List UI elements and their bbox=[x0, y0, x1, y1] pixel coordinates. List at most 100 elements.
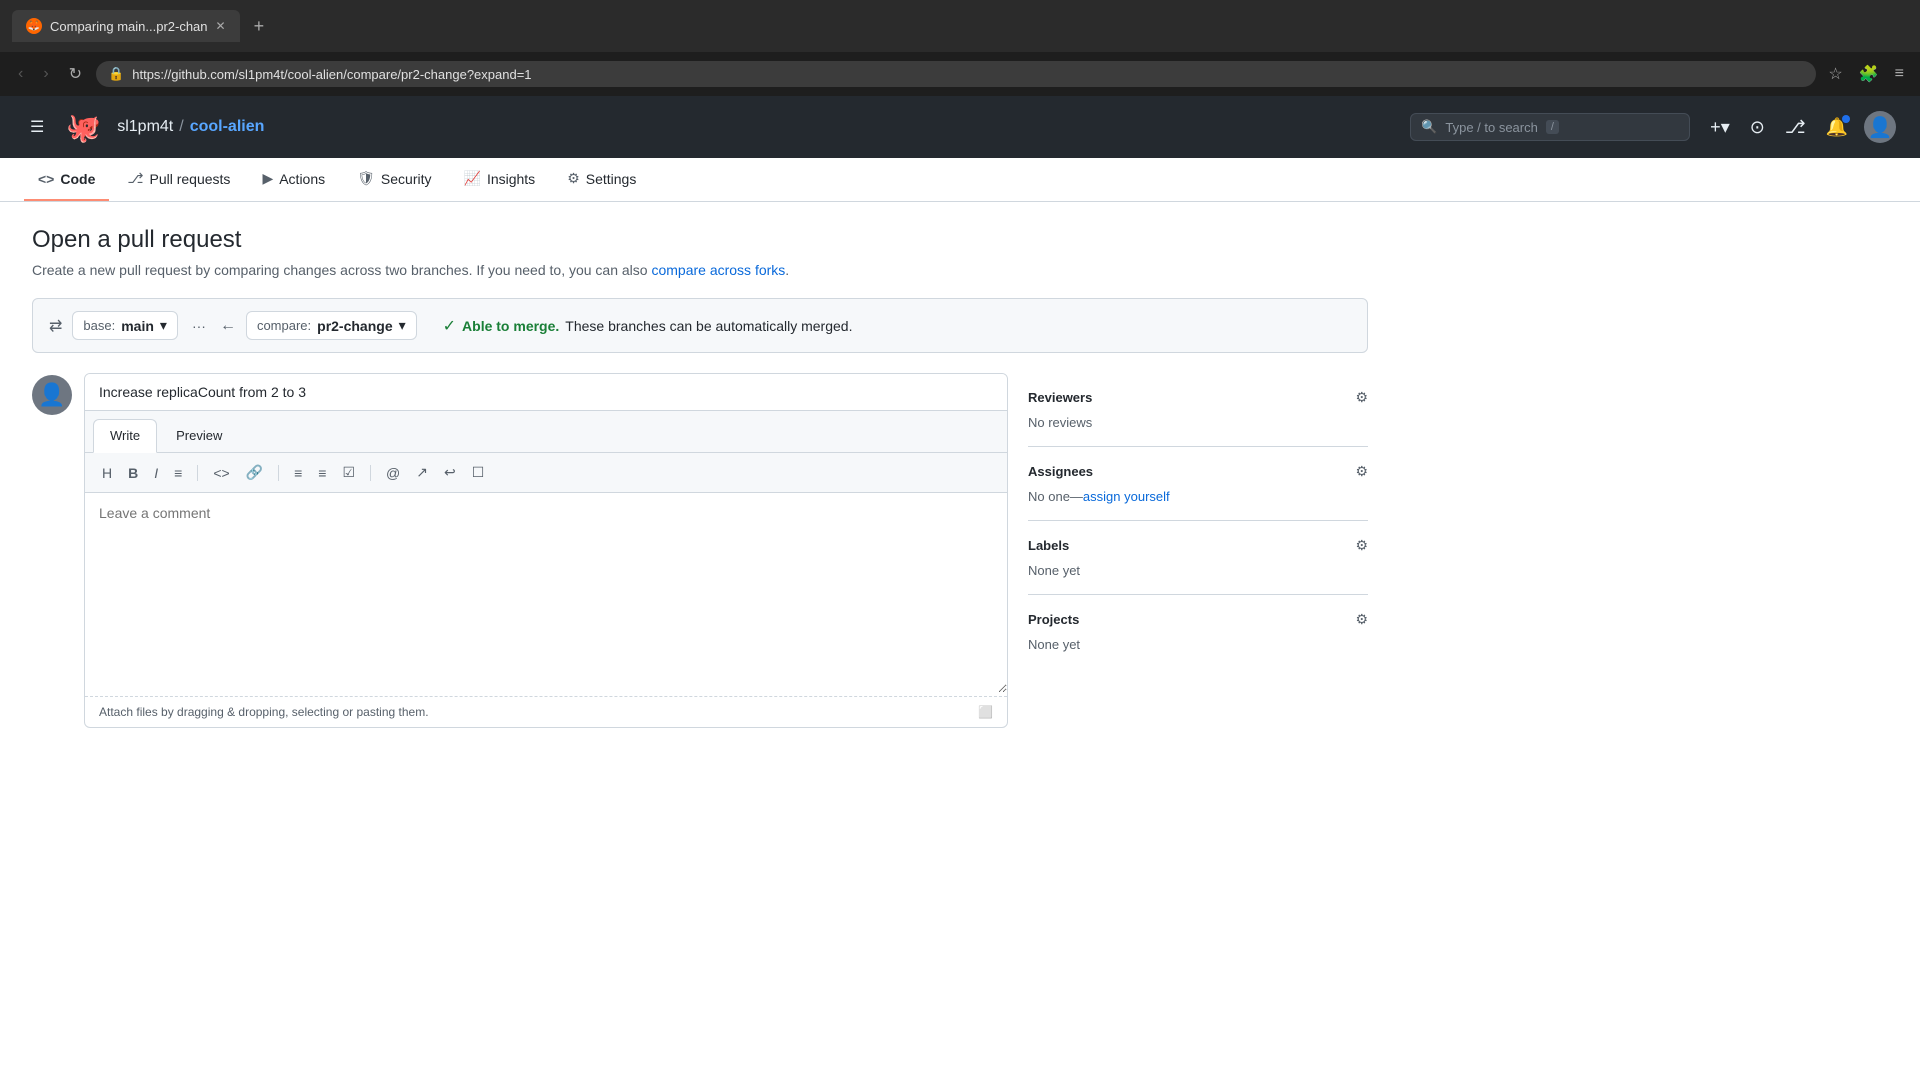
toolbar-quote[interactable]: ≡ bbox=[169, 462, 187, 484]
github-logo[interactable]: 🐙 bbox=[66, 111, 101, 144]
comment-textarea[interactable] bbox=[85, 493, 1007, 693]
browser-chrome: 🦊 Comparing main...pr2-chan ✕ + bbox=[0, 0, 1920, 52]
sidebar-reviewers-header: Reviewers ⚙ bbox=[1028, 389, 1368, 406]
notifications-button[interactable]: 🔔 bbox=[1822, 113, 1852, 142]
sidebar-projects-header: Projects ⚙ bbox=[1028, 611, 1368, 628]
create-new-button[interactable]: +▾ bbox=[1706, 113, 1734, 142]
pull-request-icon: ⎇ bbox=[127, 170, 143, 187]
extensions-icon[interactable]: 🧩 bbox=[1855, 60, 1883, 88]
sidebar-projects-title: Projects bbox=[1028, 612, 1079, 627]
security-icon: 🛡 bbox=[357, 170, 375, 187]
code-icon: <> bbox=[38, 171, 54, 187]
toolbar-link[interactable]: 🔗 bbox=[241, 461, 268, 484]
projects-value: None yet bbox=[1028, 637, 1080, 652]
nav-label-actions: Actions bbox=[279, 171, 325, 187]
pr-title-input[interactable]: Increase replicaCount from 2 to 3 bbox=[85, 374, 1007, 411]
attach-bar: Attach files by dragging & dropping, sel… bbox=[85, 696, 1007, 727]
toolbar-separator-1 bbox=[197, 465, 198, 481]
reload-button[interactable]: ↻ bbox=[63, 60, 88, 88]
pull-requests-header-button[interactable]: ⎇ bbox=[1781, 113, 1810, 142]
assignees-gear-button[interactable]: ⚙ bbox=[1355, 463, 1368, 480]
pr-sidebar: Reviewers ⚙ No reviews Assignees ⚙ No on… bbox=[1028, 373, 1368, 728]
header-actions: +▾ ⊙ ⎇ 🔔 👤 bbox=[1706, 111, 1896, 143]
swap-arrow[interactable]: ← bbox=[220, 317, 236, 335]
labels-gear-button[interactable]: ⚙ bbox=[1355, 537, 1368, 554]
forward-button[interactable]: › bbox=[37, 61, 54, 87]
toolbar-heading[interactable]: H bbox=[97, 462, 117, 484]
actions-icon: ▶ bbox=[262, 170, 273, 187]
toolbar-separator-3 bbox=[370, 465, 371, 481]
breadcrumb-user[interactable]: sl1pm4t bbox=[117, 118, 173, 136]
chevron-down-icon-2: ▾ bbox=[399, 317, 406, 334]
settings-icon: ⚙ bbox=[567, 170, 580, 187]
toolbar-mention[interactable]: @ bbox=[381, 462, 405, 484]
sidebar-labels-header: Labels ⚙ bbox=[1028, 537, 1368, 554]
sidebar-labels-section: Labels ⚙ None yet bbox=[1028, 521, 1368, 595]
toolbar-task-list[interactable]: ☑ bbox=[337, 461, 360, 484]
bookmark-icon[interactable]: ☆ bbox=[1824, 60, 1846, 88]
sidebar-projects-section: Projects ⚙ None yet bbox=[1028, 595, 1368, 668]
nav-item-settings[interactable]: ⚙ Settings bbox=[553, 158, 650, 201]
merge-check-icon: ✓ bbox=[443, 316, 456, 336]
tab-preview[interactable]: Preview bbox=[159, 419, 239, 452]
toolbar-todo[interactable]: ☐ bbox=[467, 461, 490, 484]
reviewers-gear-button[interactable]: ⚙ bbox=[1355, 389, 1368, 406]
url-input[interactable] bbox=[132, 67, 1804, 82]
assign-yourself-link[interactable]: assign yourself bbox=[1083, 489, 1170, 504]
merge-status-bold: Able to merge. bbox=[462, 318, 559, 334]
address-bar[interactable]: 🔒 bbox=[96, 61, 1816, 87]
browser-nav-icons: ☆ 🧩 ≡ bbox=[1824, 60, 1908, 88]
compare-branch-select[interactable]: compare: pr2-change ▾ bbox=[246, 311, 417, 340]
issues-button[interactable]: ⊙ bbox=[1746, 113, 1769, 142]
tab-close-button[interactable]: ✕ bbox=[216, 19, 226, 33]
pr-tabs: Write Preview bbox=[85, 411, 1007, 453]
avatar[interactable]: 👤 bbox=[1864, 111, 1896, 143]
base-label: base: bbox=[83, 318, 115, 333]
toolbar-ordered-list[interactable]: ≡ bbox=[313, 462, 331, 484]
nav-item-pull-requests[interactable]: ⎇ Pull requests bbox=[113, 158, 244, 201]
toolbar-bold[interactable]: B bbox=[123, 462, 143, 484]
back-button[interactable]: ‹ bbox=[12, 61, 29, 87]
sidebar-assignees-header: Assignees ⚙ bbox=[1028, 463, 1368, 480]
reviewers-value: No reviews bbox=[1028, 415, 1092, 430]
breadcrumb-repo[interactable]: cool-alien bbox=[190, 118, 265, 136]
sync-icon: ⇄ bbox=[49, 316, 62, 336]
toolbar-italic[interactable]: I bbox=[149, 462, 163, 484]
hamburger-menu-button[interactable]: ☰ bbox=[24, 113, 50, 141]
nav-item-insights[interactable]: 📈 Insights bbox=[450, 158, 550, 201]
pr-avatar: 👤 bbox=[32, 375, 72, 415]
search-slash-hint: / bbox=[1546, 120, 1559, 134]
main-content: Open a pull request Create a new pull re… bbox=[0, 202, 1400, 752]
toolbar-ref[interactable]: ↗ bbox=[411, 461, 433, 484]
nav-item-code[interactable]: <> Code bbox=[24, 159, 109, 201]
chevron-down-icon: ▾ bbox=[160, 317, 167, 334]
compare-branch-name: pr2-change bbox=[317, 318, 392, 334]
tab-write[interactable]: Write bbox=[93, 419, 157, 453]
nav-label-security: Security bbox=[381, 171, 432, 187]
labels-value: None yet bbox=[1028, 563, 1080, 578]
base-branch-select[interactable]: base: main ▾ bbox=[72, 311, 178, 340]
nav-item-actions[interactable]: ▶ Actions bbox=[248, 158, 339, 201]
breadcrumb-separator: / bbox=[179, 118, 183, 136]
nav-item-security[interactable]: 🛡 Security bbox=[343, 158, 445, 201]
projects-gear-button[interactable]: ⚙ bbox=[1355, 611, 1368, 628]
repo-nav: <> Code ⎇ Pull requests ▶ Actions 🛡 Secu… bbox=[0, 158, 1920, 202]
toolbar-bullet-list[interactable]: ≡ bbox=[289, 462, 307, 484]
pr-form-layout: 👤 Increase replicaCount from 2 to 3 Writ… bbox=[32, 373, 1368, 728]
global-search[interactable]: 🔍 Type / to search / bbox=[1410, 113, 1690, 141]
browser-tab[interactable]: 🦊 Comparing main...pr2-chan ✕ bbox=[12, 10, 240, 42]
nav-label-settings: Settings bbox=[586, 171, 637, 187]
compare-forks-link[interactable]: compare across forks bbox=[651, 262, 785, 278]
ellipsis-separator: ··· bbox=[188, 318, 210, 334]
nav-label-code: Code bbox=[60, 171, 95, 187]
pr-toolbar: H B I ≡ <> 🔗 ≡ ≡ ☑ @ ↗ ↩ ☐ bbox=[85, 453, 1007, 493]
menu-icon[interactable]: ≡ bbox=[1891, 61, 1908, 87]
nav-label-insights: Insights bbox=[487, 171, 535, 187]
toolbar-undo[interactable]: ↩ bbox=[439, 461, 461, 484]
nav-label-pull-requests: Pull requests bbox=[150, 171, 231, 187]
page-title: Open a pull request bbox=[32, 226, 1368, 254]
toolbar-code[interactable]: <> bbox=[208, 462, 234, 484]
new-tab-button[interactable]: + bbox=[248, 16, 271, 37]
compare-label: compare: bbox=[257, 318, 311, 333]
sidebar-reviewers-section: Reviewers ⚙ No reviews bbox=[1028, 373, 1368, 447]
